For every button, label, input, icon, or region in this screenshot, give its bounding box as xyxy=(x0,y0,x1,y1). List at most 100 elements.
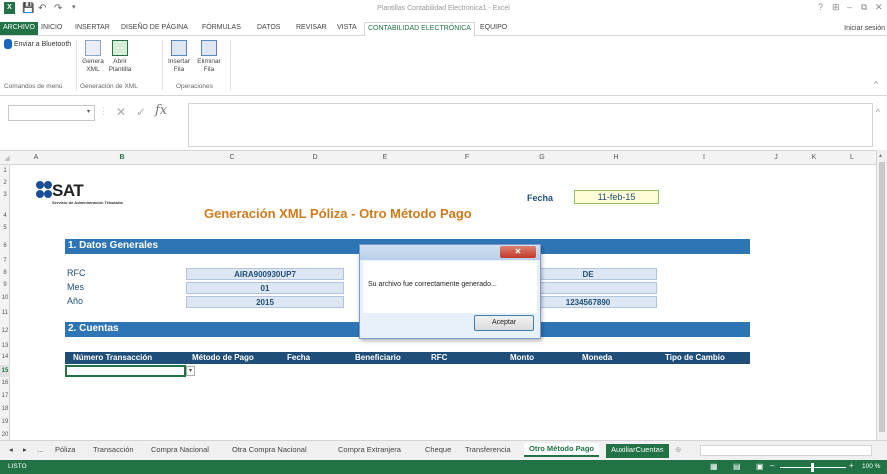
sheet-tab-transferencia[interactable]: Transferencia xyxy=(460,444,516,458)
scroll-thumb[interactable] xyxy=(879,162,885,432)
row-header[interactable]: 12 xyxy=(0,328,10,334)
mes-value[interactable]: 01 xyxy=(186,282,344,294)
normal-view-icon[interactable]: ▦ xyxy=(710,462,718,471)
sheet-tab-compra-extranjera[interactable]: Compra Extranjera xyxy=(333,444,406,458)
help-icon[interactable]: ? xyxy=(818,2,823,12)
col-header-a[interactable]: A xyxy=(26,154,46,161)
col-header-j[interactable]: J xyxy=(766,154,786,161)
add-sheet-icon[interactable]: ⊕ xyxy=(670,444,686,458)
tab-archivo[interactable]: ARCHIVO xyxy=(0,22,38,35)
delete-row-button[interactable]: Eliminar Fila xyxy=(194,40,224,74)
sheet-tab-poliza[interactable]: Póliza xyxy=(50,444,80,458)
name-box[interactable]: ▾ xyxy=(8,105,95,121)
col-header-c[interactable]: C xyxy=(222,154,242,161)
sheet-nav-prev-icon[interactable]: ◂ xyxy=(4,444,18,458)
tab-insertar[interactable]: INSERTAR xyxy=(72,22,113,35)
row-header[interactable]: 9 xyxy=(0,282,10,288)
row-header[interactable]: 11 xyxy=(0,310,10,316)
row-header[interactable]: 17 xyxy=(0,393,10,399)
sheet-tab-cheque[interactable]: Cheque xyxy=(420,444,456,458)
formula-input[interactable] xyxy=(188,103,873,147)
sheet-more-right[interactable]: ... xyxy=(652,444,668,458)
col-header-e[interactable]: E xyxy=(375,154,395,161)
col-header-f[interactable]: F xyxy=(457,154,477,161)
col-header-d[interactable]: D xyxy=(305,154,325,161)
close-icon[interactable]: ✕ xyxy=(875,2,883,13)
minimize-icon[interactable]: – xyxy=(847,2,852,12)
sheet-tab-otro-metodo-pago[interactable]: Otro Método Pago xyxy=(524,443,599,457)
zoom-in-icon[interactable]: + xyxy=(849,461,854,470)
row-header[interactable]: 4 xyxy=(0,213,10,219)
horizontal-scrollbar[interactable] xyxy=(700,445,872,456)
row-header[interactable]: 18 xyxy=(0,406,10,412)
row-header[interactable]: 16 xyxy=(0,380,10,386)
col-header-h[interactable]: H xyxy=(606,154,626,161)
tab-datos[interactable]: DATOS xyxy=(254,22,283,35)
row-header[interactable]: 6 xyxy=(0,243,10,249)
anio-value[interactable]: 2015 xyxy=(186,296,344,308)
generate-xml-button[interactable]: Genera XML xyxy=(80,40,106,74)
selected-cell[interactable] xyxy=(65,365,186,377)
page-layout-view-icon[interactable]: ▤ xyxy=(733,462,741,471)
row-header[interactable]: 5 xyxy=(0,225,10,231)
maximize-icon[interactable]: ⧉ xyxy=(861,2,867,13)
zoom-slider-thumb[interactable] xyxy=(811,463,814,472)
window-title: Plantillas Contabilidad Electronica1 - E… xyxy=(377,5,510,12)
expand-formula-bar-icon[interactable]: ^ xyxy=(876,108,880,117)
sheet-tab-transaccion[interactable]: Transacción xyxy=(88,444,139,458)
dialog-title-bar[interactable]: ✕ xyxy=(360,245,540,260)
row-header[interactable]: 3 xyxy=(0,192,10,198)
row-header[interactable]: 7 xyxy=(0,258,10,264)
ribbon-tabs: ARCHIVO INICIO INSERTAR DISEÑO DE PÁGINA… xyxy=(0,20,887,37)
group-divider xyxy=(162,40,163,90)
tab-contabilidad-electronica[interactable]: CONTABILIDAD ELECTRÓNICA xyxy=(364,22,475,37)
row-header[interactable]: 19 xyxy=(0,419,10,425)
ribbon-display-icon[interactable]: ⊞ xyxy=(832,2,840,13)
collapse-ribbon-icon[interactable]: ^ xyxy=(874,80,878,89)
tab-vista[interactable]: VISTA xyxy=(334,22,360,35)
fecha-value[interactable]: 11-feb-15 xyxy=(574,190,659,204)
row-header[interactable]: 10 xyxy=(0,295,10,301)
row-header[interactable]: 2 xyxy=(0,180,10,186)
sheet-nav-next-icon[interactable]: ▸ xyxy=(18,444,32,458)
zoom-out-icon[interactable]: – xyxy=(770,461,774,470)
scroll-up-icon[interactable]: ▴ xyxy=(879,152,882,159)
sheet-tab-compra-nacional[interactable]: Compra Nacional xyxy=(146,444,214,458)
enter-formula-icon[interactable]: ✓ xyxy=(136,105,146,119)
col-header-b[interactable]: B xyxy=(112,154,132,161)
cancel-formula-icon[interactable]: ✕ xyxy=(116,105,126,119)
sheet-tab-otra-compra-nacional[interactable]: Otra Compra Nacional xyxy=(227,444,312,458)
tab-revisar[interactable]: REVISAR xyxy=(293,22,330,35)
col-header-k[interactable]: K xyxy=(804,154,824,161)
row-header[interactable]: 8 xyxy=(0,270,10,276)
page-break-view-icon[interactable]: ▣ xyxy=(756,462,764,471)
sheet-tab-bar: ◂ ▸ ... Póliza Transacción Compra Nacion… xyxy=(0,440,887,460)
tab-diseno[interactable]: DISEÑO DE PÁGINA xyxy=(118,22,191,35)
col-header-i[interactable]: I xyxy=(694,154,714,161)
vertical-scrollbar[interactable]: ▴ xyxy=(876,150,887,440)
row-header[interactable]: 20 xyxy=(0,432,10,438)
dialog-close-button[interactable]: ✕ xyxy=(500,246,536,258)
signin-link[interactable]: Iniciar sesión xyxy=(844,25,885,32)
select-all-corner[interactable]: ◢ xyxy=(3,154,11,162)
insert-function-icon[interactable]: fx xyxy=(155,103,167,118)
cell-dropdown-icon[interactable]: ▾ xyxy=(186,366,195,376)
rfc-value[interactable]: AIRA900930UP7 xyxy=(186,268,344,280)
zoom-level[interactable]: 100 % xyxy=(862,463,880,470)
open-template-button[interactable]: Abrir Plantilla xyxy=(106,40,134,74)
sheet-more-left[interactable]: ... xyxy=(32,444,48,458)
bluetooth-button[interactable]: Enviar a Bluetooth xyxy=(4,39,71,49)
row-header-selected[interactable]: 15 xyxy=(0,365,10,377)
dialog-ok-button[interactable]: Aceptar xyxy=(474,315,534,331)
tab-formulas[interactable]: FÓRMULAS xyxy=(199,22,244,35)
row-header[interactable]: 13 xyxy=(0,343,10,349)
col-header-g[interactable]: G xyxy=(532,154,552,161)
row-header[interactable]: 14 xyxy=(0,354,10,360)
tab-inicio[interactable]: INICIO xyxy=(38,22,65,35)
row-header[interactable]: 1 xyxy=(0,168,10,174)
insert-row-icon xyxy=(171,40,187,56)
insert-row-button[interactable]: Insertar Fila xyxy=(166,40,192,74)
tab-equipo[interactable]: EQUIPO xyxy=(477,22,510,35)
chevron-down-icon[interactable]: ▾ xyxy=(87,108,90,115)
col-header-l[interactable]: L xyxy=(842,154,862,161)
